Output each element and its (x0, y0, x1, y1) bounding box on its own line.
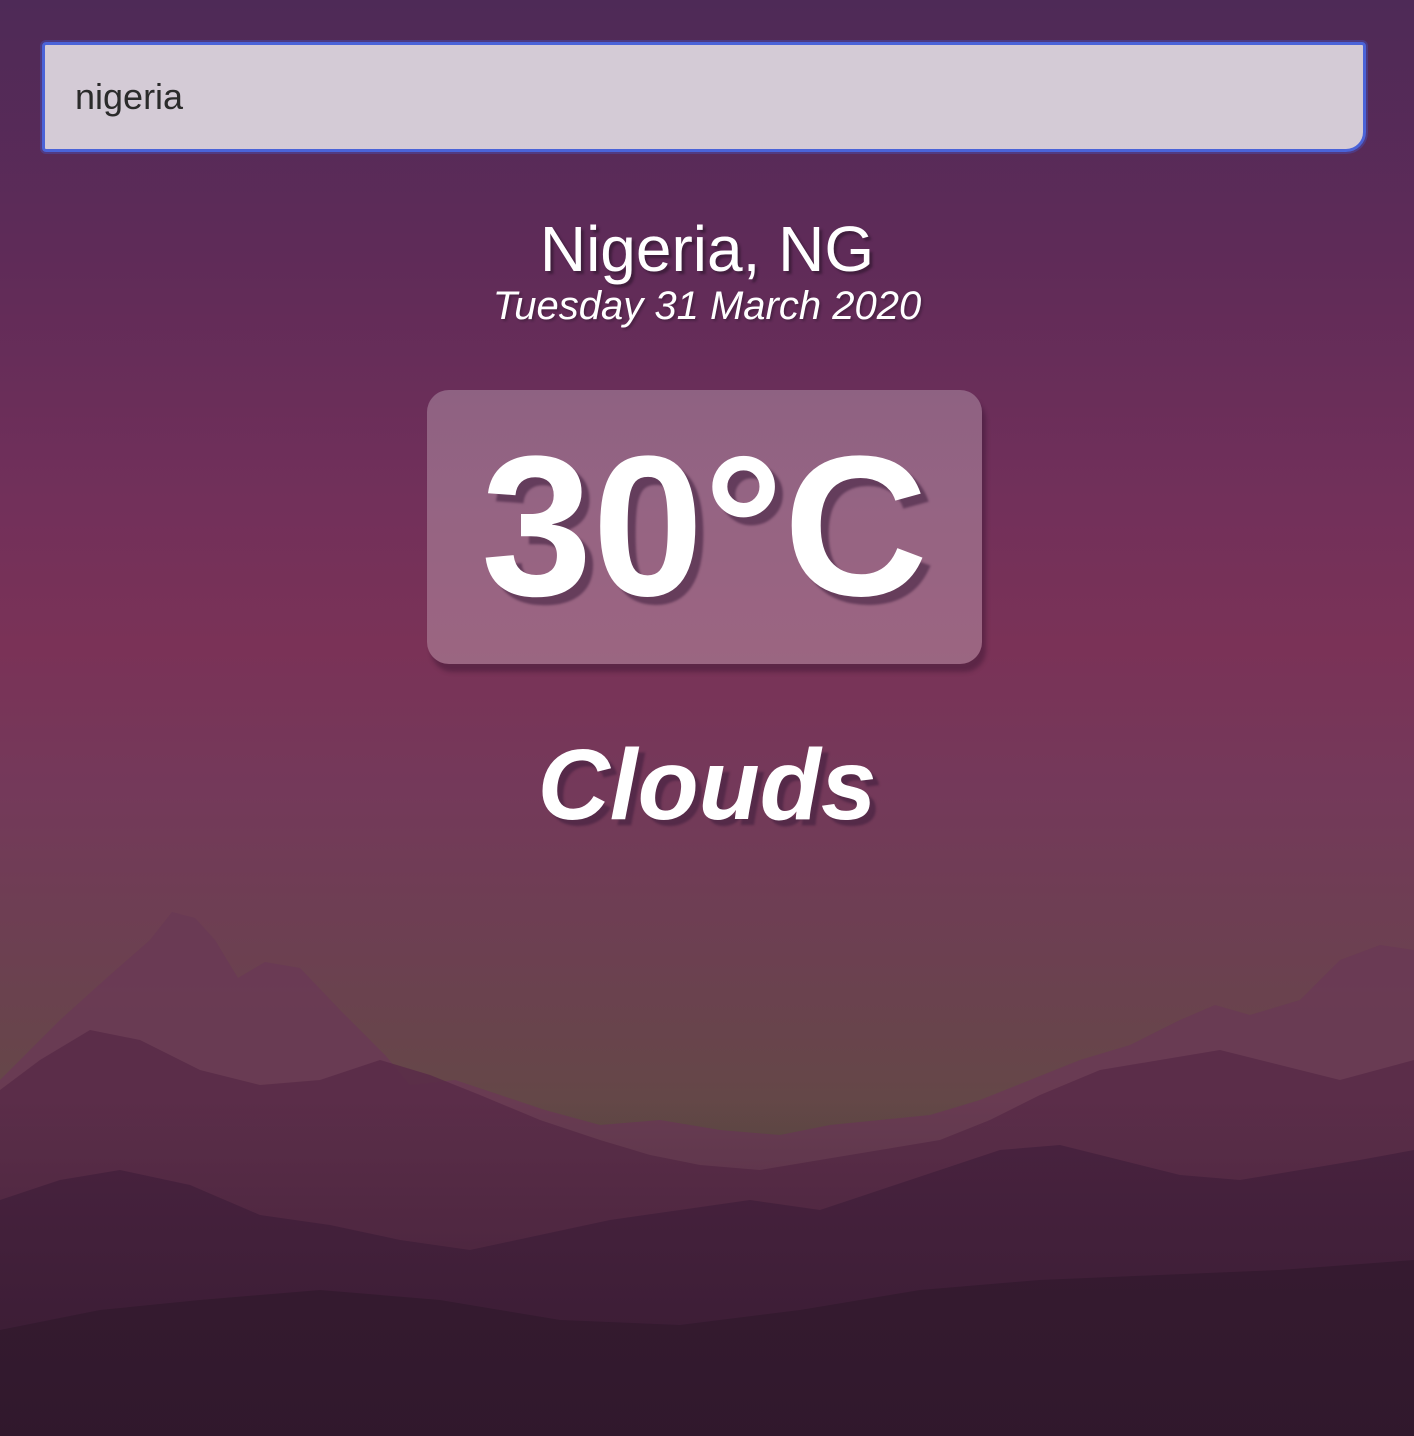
current-date: Tuesday 31 March 2020 (492, 284, 922, 328)
location-name: Nigeria, NG (539, 213, 875, 285)
search-input[interactable] (42, 42, 1366, 152)
search-box (42, 42, 1366, 152)
weather-condition: Clouds (537, 729, 877, 841)
temperature-card: 30°C (427, 390, 982, 664)
temperature-value: 30°C (481, 415, 928, 638)
